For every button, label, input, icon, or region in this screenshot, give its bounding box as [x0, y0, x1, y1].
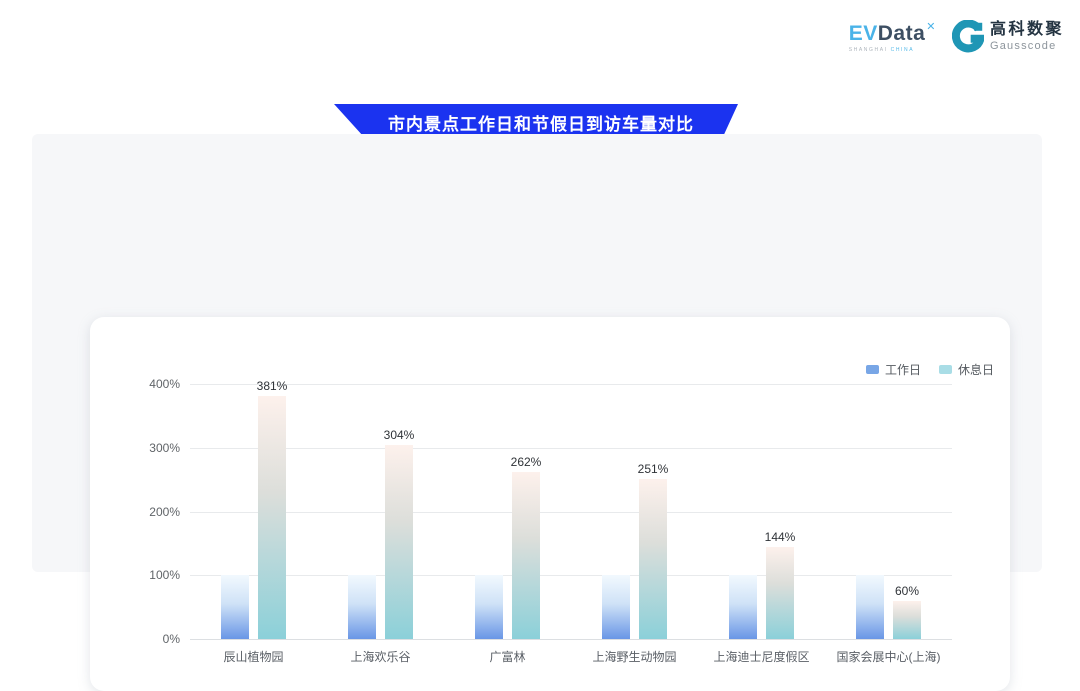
- bar-weekday: [475, 575, 503, 639]
- legend-label-weekday: 工作日: [885, 361, 921, 378]
- x-axis-category-label: 上海野生动物园: [571, 648, 698, 665]
- header-logos: EVData✕ SHANGHAI CHINA 高科数聚 Gausscode: [849, 20, 1064, 54]
- bar-value-label: 381%: [257, 379, 288, 393]
- bar-value-label: 144%: [765, 530, 796, 544]
- gausscode-g-icon: [952, 20, 984, 54]
- y-axis-tick-label: 400%: [149, 377, 180, 391]
- bar-value-label: 262%: [511, 455, 542, 469]
- bar-column-weekday: [221, 575, 249, 639]
- page: EVData✕ SHANGHAI CHINA 高科数聚 Gausscode 市内…: [0, 0, 1080, 608]
- bar-restday: [766, 547, 794, 639]
- bar-group: 262%广富林: [444, 384, 571, 639]
- gridline: [190, 639, 952, 640]
- gausscode-name-en: Gausscode: [990, 40, 1064, 53]
- bar-weekday: [348, 575, 376, 639]
- bar-column-weekday: [856, 575, 884, 639]
- bar-pair: 381%: [190, 396, 317, 639]
- bar-value-label: 251%: [638, 462, 669, 476]
- bar-column-restday: 144%: [766, 547, 794, 639]
- bar-group: 144%上海迪士尼度假区: [698, 384, 825, 639]
- y-axis-tick-label: 300%: [149, 441, 180, 455]
- evdata-x-icon: ✕: [926, 21, 936, 33]
- legend-item-restday[interactable]: 休息日: [939, 361, 994, 378]
- bar-value-label: 60%: [895, 584, 919, 598]
- evdata-subtitle-shanghai: SHANGHAI: [849, 47, 888, 53]
- bar-weekday: [856, 575, 884, 639]
- bar-weekday: [221, 575, 249, 639]
- gausscode-name-cn: 高科数聚: [990, 21, 1064, 39]
- x-axis-category-label: 国家会展中心(上海): [825, 648, 952, 665]
- bar-group: 381%辰山植物园: [190, 384, 317, 639]
- bar-value-label: 304%: [384, 428, 415, 442]
- bar-pair: 60%: [825, 575, 952, 639]
- bar-group: 60%国家会展中心(上海): [825, 384, 952, 639]
- bar-column-weekday: [348, 575, 376, 639]
- bar-weekday: [729, 575, 757, 639]
- bar-column-weekday: [602, 575, 630, 639]
- bar-restday: [385, 445, 413, 639]
- x-axis-category-label: 辰山植物园: [190, 648, 317, 665]
- bar-pair: 251%: [571, 479, 698, 639]
- legend: 工作日 休息日: [866, 361, 994, 378]
- chart-card: 工作日休息日 0%100%200%300%400%381%辰山植物园304%上海…: [90, 317, 1010, 691]
- gausscode-logo: 高科数聚 Gausscode: [952, 20, 1064, 54]
- bar-restday: [639, 479, 667, 639]
- bar-restday: [512, 472, 540, 639]
- bar-column-weekday: [729, 575, 757, 639]
- legend-item-weekday[interactable]: 工作日: [866, 361, 921, 378]
- bar-pair: 262%: [444, 472, 571, 639]
- bar-column-restday: 304%: [385, 445, 413, 639]
- y-axis-tick-label: 200%: [149, 505, 180, 519]
- legend-label-restday: 休息日: [958, 361, 994, 378]
- y-axis-tick-label: 0%: [163, 632, 180, 646]
- bar-column-weekday: [475, 575, 503, 639]
- gausscode-text: 高科数聚 Gausscode: [990, 21, 1064, 52]
- bar-restday: [258, 396, 286, 639]
- x-axis-category-label: 广富林: [444, 648, 571, 665]
- bar-pair: 304%: [317, 445, 444, 639]
- bar-restday: [893, 601, 921, 639]
- plot-area: 0%100%200%300%400%381%辰山植物园304%上海欢乐谷262%…: [190, 384, 952, 639]
- evdata-ev-text: EV: [849, 22, 878, 45]
- evdata-subtitle: SHANGHAI CHINA: [849, 48, 914, 53]
- content-panel: 工作日休息日 0%100%200%300%400%381%辰山植物园304%上海…: [32, 134, 1042, 572]
- bar-weekday: [602, 575, 630, 639]
- bar-column-restday: 262%: [512, 472, 540, 639]
- y-axis-tick-label: 100%: [149, 568, 180, 582]
- evdata-data-text: Data: [878, 22, 926, 45]
- page-title: 市内景点工作日和节假日到访车量对比: [378, 110, 694, 135]
- legend-swatch-restday: [939, 365, 952, 374]
- evdata-wordmark: EVData✕: [849, 22, 936, 44]
- evdata-logo: EVData✕ SHANGHAI CHINA: [849, 22, 936, 53]
- bar-column-restday: 381%: [258, 396, 286, 639]
- bar-column-restday: 251%: [639, 479, 667, 639]
- x-axis-category-label: 上海欢乐谷: [317, 648, 444, 665]
- x-axis-category-label: 上海迪士尼度假区: [698, 648, 825, 665]
- bar-pair: 144%: [698, 547, 825, 639]
- bar-group: 251%上海野生动物园: [571, 384, 698, 639]
- bar-column-restday: 60%: [893, 601, 921, 639]
- legend-swatch-weekday: [866, 365, 879, 374]
- evdata-subtitle-china: CHINA: [891, 47, 915, 53]
- bar-group: 304%上海欢乐谷: [317, 384, 444, 639]
